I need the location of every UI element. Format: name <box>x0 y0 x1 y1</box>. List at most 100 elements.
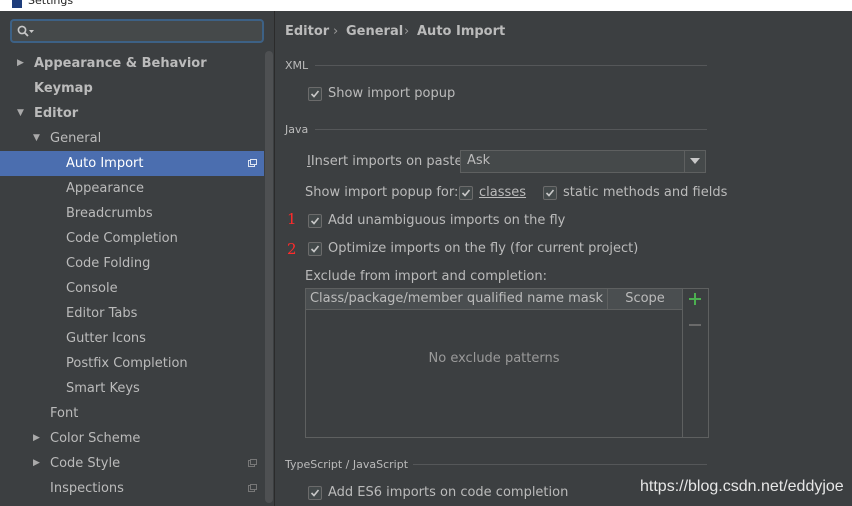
empty-table-text: No exclude patterns <box>428 351 560 366</box>
collapse-arrow-icon[interactable]: ▼ <box>17 101 24 126</box>
tree-item-label: Font <box>50 406 79 421</box>
checkmark-icon <box>461 189 471 197</box>
add-es6-imports-checkbox[interactable] <box>308 486 322 500</box>
annotation-marker-2: 2 <box>287 240 297 258</box>
tree-item-inspections[interactable]: Inspections <box>0 476 264 501</box>
tree-item-auto-import[interactable]: Auto Import <box>0 151 264 176</box>
tree-item-label: Color Scheme <box>50 431 141 446</box>
insert-imports-dropdown[interactable]: Ask <box>460 150 706 173</box>
tree-item-appearance[interactable]: Appearance <box>0 176 264 201</box>
tree-item-label: Appearance & Behavior <box>34 56 207 71</box>
tree-item-breadcrumbs[interactable]: Breadcrumbs <box>0 201 264 226</box>
breadcrumb-separator: › <box>333 24 339 39</box>
watermark-text: https://blog.csdn.net/eddyjoe <box>640 478 844 495</box>
checkmark-icon <box>310 90 320 98</box>
table-header: Class/package/member qualified name mask… <box>306 289 682 310</box>
add-es6-imports-label[interactable]: Add ES6 imports on code completion <box>328 485 568 500</box>
section-title-xml: XML <box>285 59 309 72</box>
insert-imports-label-text: Insert imports on paste: <box>310 154 467 169</box>
project-settings-icon <box>248 459 257 467</box>
exclude-patterns-table[interactable]: Class/package/member qualified name mask… <box>305 288 709 438</box>
tree-item-keymap[interactable]: Keymap <box>0 76 264 101</box>
tree-item-editor-tabs[interactable]: Editor Tabs <box>0 301 264 326</box>
section-separator <box>413 464 707 465</box>
tree-item-label: Breadcrumbs <box>66 206 153 221</box>
tree-item-gutter-icons[interactable]: Gutter Icons <box>0 326 264 351</box>
optimize-imports-label[interactable]: Optimize imports on the fly (for current… <box>328 241 638 256</box>
settings-sidebar: ▶ Appearance & Behavior Keymap ▼ Editor … <box>0 11 274 506</box>
annotation-marker-1: 1 <box>287 210 297 228</box>
breadcrumb-separator: › <box>404 24 410 39</box>
column-header-scope[interactable]: Scope <box>608 289 682 309</box>
add-unambiguous-imports-label[interactable]: Add unambiguous imports on the fly <box>328 213 565 228</box>
checkmark-icon <box>310 489 320 497</box>
breadcrumb-item-auto-import: Auto Import <box>417 24 506 39</box>
tree-item-code-folding[interactable]: Code Folding <box>0 251 264 276</box>
settings-content: Editor › General › Auto Import XML Show … <box>275 11 852 506</box>
show-popup-for-label: Show import popup for: <box>305 185 459 200</box>
tree-item-label: Editor <box>34 106 79 121</box>
tree-item-appearance-behavior[interactable]: ▶ Appearance & Behavior <box>0 51 264 76</box>
show-import-popup-checkbox[interactable] <box>308 87 322 101</box>
tree-item-label: Console <box>66 281 118 296</box>
section-separator <box>315 65 707 66</box>
checkmark-icon <box>310 217 320 225</box>
insert-imports-label: IInsert imports on paste: <box>307 154 467 169</box>
tree-item-smart-keys[interactable]: Smart Keys <box>0 376 264 401</box>
expand-arrow-icon[interactable]: ▶ <box>33 451 40 476</box>
checkmark-icon <box>310 245 320 253</box>
breadcrumb-item-general: General <box>346 24 404 39</box>
sidebar-scrollbar[interactable] <box>265 51 273 503</box>
collapse-arrow-icon[interactable]: ▼ <box>33 126 40 151</box>
expand-arrow-icon[interactable]: ▶ <box>33 426 40 451</box>
expand-arrow-icon[interactable]: ▶ <box>17 51 24 76</box>
section-title-java: Java <box>285 123 309 136</box>
window-title: Settings <box>28 0 74 7</box>
checkmark-icon <box>545 189 555 197</box>
breadcrumb-item-editor: Editor <box>285 24 330 39</box>
tree-item-label: Editor Tabs <box>66 306 138 321</box>
tree-item-console[interactable]: Console <box>0 276 264 301</box>
insert-imports-value: Ask <box>467 153 491 168</box>
dropdown-button[interactable] <box>684 151 705 172</box>
tree-item-color-scheme[interactable]: ▶ Color Scheme <box>0 426 264 451</box>
optimize-imports-checkbox[interactable] <box>308 242 322 256</box>
classes-label[interactable]: classes <box>479 185 526 200</box>
project-settings-icon <box>248 484 257 492</box>
chevron-down-icon <box>690 158 700 164</box>
search-icon <box>17 25 34 37</box>
tree-item-label: Gutter Icons <box>66 331 146 346</box>
tree-item-label: Appearance <box>66 181 145 196</box>
tree-item-label: Code Completion <box>66 231 178 246</box>
add-unambiguous-imports-checkbox[interactable] <box>308 214 322 228</box>
tree-item-label: Code Style <box>50 456 121 471</box>
section-separator <box>315 129 707 130</box>
tree-item-label: Postfix Completion <box>66 356 188 371</box>
remove-icon[interactable] <box>689 324 701 326</box>
classes-checkbox[interactable] <box>459 186 473 200</box>
tree-item-label: Auto Import <box>66 156 144 171</box>
tree-item-postfix-completion[interactable]: Postfix Completion <box>0 351 264 376</box>
tree-item-label: Keymap <box>34 81 93 96</box>
show-import-popup-label[interactable]: Show import popup <box>328 86 455 101</box>
tree-item-editor[interactable]: ▼ Editor <box>0 101 264 126</box>
tree-item-general[interactable]: ▼ General <box>0 126 264 151</box>
window-titlebar: Settings <box>0 0 852 11</box>
app-logo-icon <box>12 0 22 8</box>
tree-item-code-style[interactable]: ▶ Code Style <box>0 451 264 476</box>
tree-item-label: Inspections <box>50 481 124 496</box>
add-icon[interactable] <box>688 292 702 306</box>
tree-item-label: Smart Keys <box>66 381 140 396</box>
search-input[interactable] <box>38 23 262 41</box>
tree-item-label: Code Folding <box>66 256 151 271</box>
tree-item-label: General <box>50 131 102 146</box>
tree-item-code-completion[interactable]: Code Completion <box>0 226 264 251</box>
static-methods-checkbox[interactable] <box>543 186 557 200</box>
section-title-typescript: TypeScript / JavaScript <box>285 458 409 471</box>
search-box[interactable] <box>10 19 264 43</box>
column-header-mask[interactable]: Class/package/member qualified name mask <box>306 289 607 309</box>
table-toolbar-divider <box>682 289 683 437</box>
project-settings-icon <box>248 159 257 167</box>
tree-item-font[interactable]: Font <box>0 401 264 426</box>
static-methods-label[interactable]: static methods and fields <box>563 185 727 200</box>
